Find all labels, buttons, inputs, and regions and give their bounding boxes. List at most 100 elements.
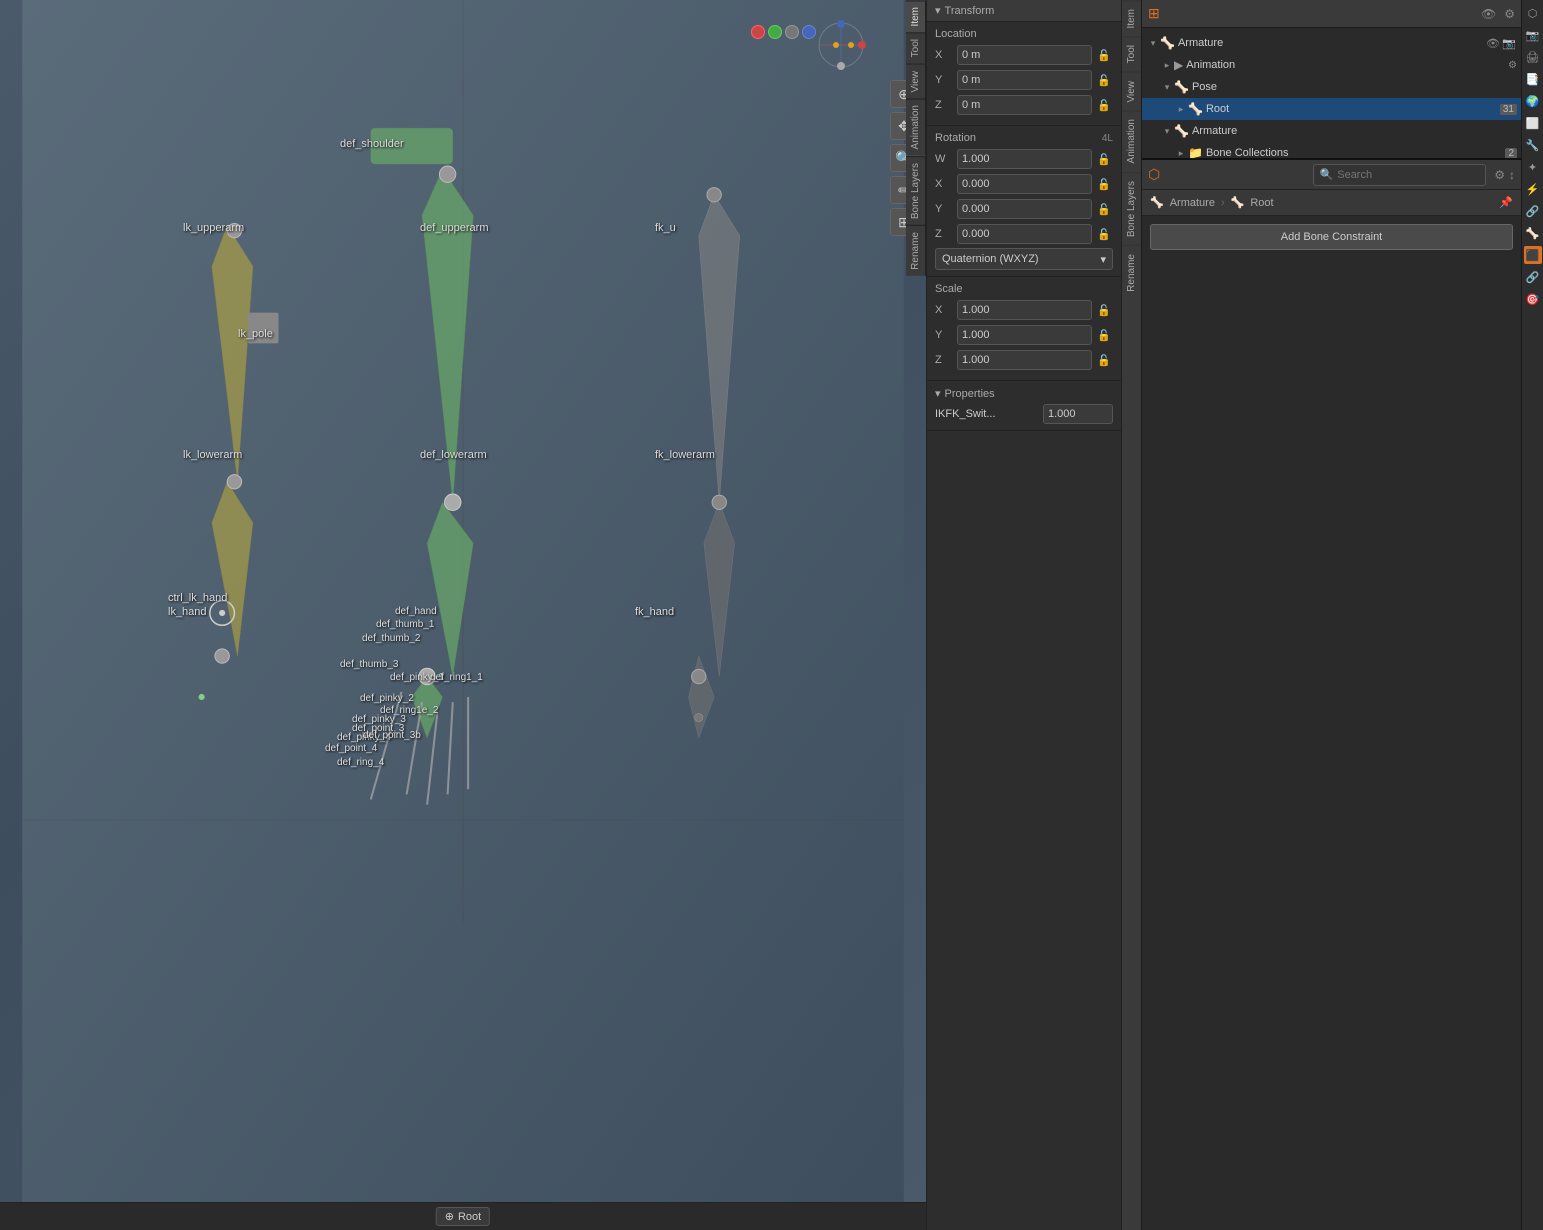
root-label: Root [1206,103,1498,115]
n-tab-rename[interactable]: Rename [906,225,926,276]
scale-x-input[interactable]: 1.000 [957,300,1092,320]
side-tab-view[interactable]: View [1122,72,1141,111]
side-tab-animation[interactable]: Animation [1122,110,1141,171]
prop-icon-world[interactable]: 🌍 [1524,92,1542,110]
rotation-x-input[interactable]: 0.000 [957,174,1092,194]
prop-icon-object[interactable]: ⬜ [1524,114,1542,132]
prop-icon-bone-constraints[interactable]: 🔗 [1524,268,1542,286]
n-tab-view[interactable]: View [906,64,926,99]
root-label: Root [458,1211,481,1223]
3d-viewport[interactable]: def_shoulder lk_upperarm def_upperarm fk… [0,0,926,1230]
armature-data-icon: 🦴 [1174,124,1189,138]
prop-icon-bone[interactable]: ⬛ [1524,246,1542,264]
rotation-y-input[interactable]: 0.000 [957,199,1092,219]
outliner-section: ⊞ 👁 ⚙ ▾ 🦴 Armature 👁 📷 ▸ ▶ Animation ⚙ [1142,0,1521,160]
bc-root-label[interactable]: Root [1250,197,1273,209]
scale-x-lock[interactable]: 🔓 [1095,301,1113,319]
scale-z-input[interactable]: 1.000 [957,350,1092,370]
bc-armature-label[interactable]: Armature [1170,197,1215,209]
xyz-indicator [751,25,816,39]
scale-y-input[interactable]: 1.000 [957,325,1092,345]
rotation-w-input[interactable]: 1.000 [957,149,1092,169]
tree-item-armature[interactable]: ▾ 🦴 Armature 👁 📷 [1142,32,1521,54]
rig-scene-icon[interactable]: ⬡ [1148,166,1160,183]
n-tab-animation[interactable]: Animation [906,98,926,155]
location-y-label: Y [935,74,957,86]
transform-collapse-arrow[interactable]: ▾ [935,4,941,17]
scale-z-label: Z [935,354,957,366]
location-x-lock[interactable]: 🔓 [1095,46,1113,64]
rotation-w-lock[interactable]: 🔓 [1095,150,1113,168]
prop-icon-particles[interactable]: ✦ [1524,158,1542,176]
scene-svg [0,0,926,1230]
viewport-gizmo[interactable]: Z [816,20,866,70]
tree-arrow-bone-coll: ▸ [1174,146,1188,158]
tree-item-pose[interactable]: ▾ 🦴 Pose [1142,76,1521,98]
location-y-input[interactable]: 0 m [957,70,1092,90]
armature-data-label: Armature [1192,125,1517,137]
tree-item-armature-data[interactable]: ▾ 🦴 Armature [1142,120,1521,142]
location-y-lock[interactable]: 🔓 [1095,71,1113,89]
prop-icon-render[interactable]: 📷 [1524,26,1542,44]
bc-armature-icon: 🦴 [1150,196,1164,209]
add-bone-constraint-button[interactable]: Add Bone Constraint [1150,224,1513,250]
transform-title: Transform [945,5,995,17]
location-z-input[interactable]: 0 m [957,95,1092,115]
tree-arrow-armature: ▾ [1146,36,1160,50]
n-panel-tabs: Item Tool View Animation Bone Layers Ren… [906,0,926,1202]
prop-icon-output[interactable]: 🖨 [1524,48,1542,66]
outliner-filter-icon[interactable]: ⚙ [1504,7,1515,21]
location-y-row: Y 0 m 🔓 [935,69,1113,91]
tree-arrow-animation: ▸ [1160,58,1174,72]
rotation-mode-select[interactable]: Quaternion (WXYZ) ▾ [935,248,1113,270]
side-tab-rename[interactable]: Rename [1122,245,1141,300]
scale-x-label: X [935,304,957,316]
n-tab-bone-layers[interactable]: Bone Layers [906,156,926,225]
search-icon: 🔍 [1320,168,1334,181]
prop-icon-constraints[interactable]: 🔗 [1524,202,1542,220]
side-tab-tool[interactable]: Tool [1122,36,1141,71]
rotation-z-lock[interactable]: 🔓 [1095,225,1113,243]
prop-icon-physics[interactable]: ⚡ [1524,180,1542,198]
bc-pin-icon[interactable]: 📌 [1499,196,1513,209]
animation-icon: ▶ [1174,58,1183,72]
prop-icon-scene[interactable]: ⬡ [1524,4,1542,22]
bone-collections-badge: 2 [1505,148,1517,159]
rotation-z-input[interactable]: 0.000 [957,224,1092,244]
rotation-y-row: Y 0.000 🔓 [935,198,1113,220]
outliner-tree: ▾ 🦴 Armature 👁 📷 ▸ ▶ Animation ⚙ ▾ 🦴 Pos… [1142,28,1521,158]
tree-item-root[interactable]: ▸ 🦴 Root 31 [1142,98,1521,120]
n-tab-item[interactable]: Item [906,0,926,32]
properties-collapse[interactable]: ▾ [935,387,941,400]
rig-sort-icon[interactable]: ↕ [1509,168,1515,182]
scale-z-lock[interactable]: 🔓 [1095,351,1113,369]
outliner-header-icon: ⊞ [1148,5,1160,22]
tree-item-animation[interactable]: ▸ ▶ Animation ⚙ [1142,54,1521,76]
location-x-input[interactable]: 0 m [957,45,1092,65]
n-tab-tool[interactable]: Tool [906,32,926,63]
location-z-lock[interactable]: 🔓 [1095,96,1113,114]
gizmo-svg: Z [816,20,866,70]
rotation-w-label: W [935,153,957,165]
rotation-x-lock[interactable]: 🔓 [1095,175,1113,193]
side-tab-bone-layers[interactable]: Bone Layers [1122,172,1141,245]
ikfk-value[interactable]: 1.000 [1043,404,1113,424]
search-bar[interactable]: 🔍 [1313,164,1487,186]
outliner-visibility-icon[interactable]: 👁 [1481,7,1496,21]
root-icon: 🦴 [1188,102,1203,116]
rig-filter-icon[interactable]: ⚙ [1494,168,1505,182]
armature-label: Armature [1178,37,1485,49]
prop-icon-object-data[interactable]: 🦴 [1524,224,1542,242]
armature-render-visibility[interactable]: 📷 [1501,35,1517,51]
side-tab-item[interactable]: Item [1122,0,1141,36]
prop-icon-view[interactable]: 📑 [1524,70,1542,88]
prop-icon-modifier[interactable]: 🔧 [1524,136,1542,154]
rotation-y-lock[interactable]: 🔓 [1095,200,1113,218]
scale-y-lock[interactable]: 🔓 [1095,326,1113,344]
scale-section: Scale X 1.000 🔓 Y 1.000 🔓 Z 1.000 🔓 [927,277,1121,381]
properties-icons-panel: ⬡ 📷 🖨 📑 🌍 ⬜ 🔧 ✦ ⚡ 🔗 🦴 ⬛ 🔗 🎯 [1521,0,1543,1230]
armature-visibility[interactable]: 👁 [1485,35,1501,51]
prop-icon-vertex-groups[interactable]: 🎯 [1524,290,1542,308]
search-input[interactable] [1337,169,1479,181]
tree-item-bone-collections[interactable]: ▸ 📁 Bone Collections 2 [1142,142,1521,158]
